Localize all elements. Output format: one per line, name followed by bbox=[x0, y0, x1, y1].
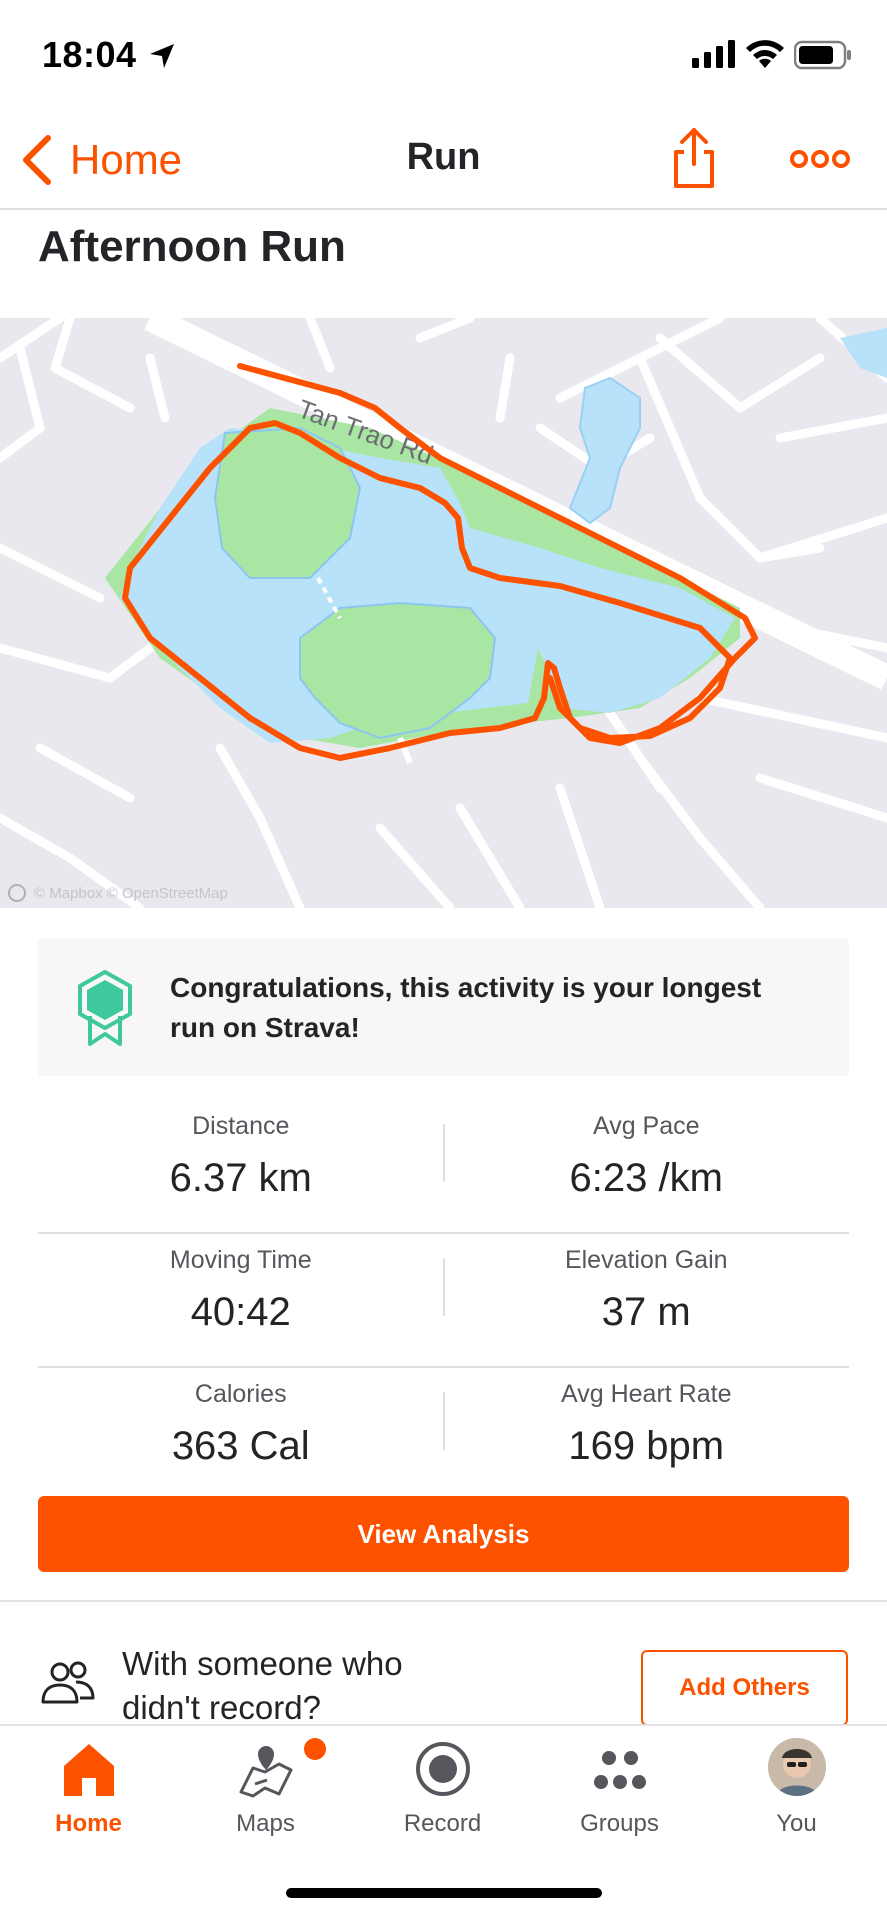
stat-label: Avg Pace bbox=[592, 1112, 700, 1140]
tab-label: You bbox=[776, 1810, 817, 1837]
attribution-text: © Mapbox © OpenStreetMap bbox=[34, 884, 228, 902]
stat-elevation-gain: Elevation Gain 37 m bbox=[444, 1234, 850, 1366]
tab-label: Home bbox=[55, 1810, 122, 1837]
notification-dot bbox=[304, 1738, 326, 1760]
wifi-icon bbox=[746, 40, 784, 68]
with-someone-section: With someone who didn't record? Add Othe… bbox=[0, 1618, 887, 1728]
tab-home[interactable]: Home bbox=[0, 1726, 177, 1856]
cellular-signal-icon bbox=[692, 40, 735, 68]
section-divider bbox=[0, 1600, 887, 1602]
stats-row: Distance 6.37 km Avg Pace 6:23 /km bbox=[38, 1100, 849, 1234]
stats-row: Moving Time 40:42 Elevation Gain 37 m bbox=[38, 1234, 849, 1368]
people-icon bbox=[41, 1661, 95, 1704]
with-someone-text: With someone who didn't record? bbox=[122, 1645, 403, 1726]
more-options-icon[interactable] bbox=[790, 144, 850, 174]
home-icon bbox=[63, 1744, 114, 1796]
stat-divider bbox=[443, 1124, 445, 1182]
add-others-button[interactable]: Add Others bbox=[641, 1650, 848, 1726]
stat-label: Moving Time bbox=[169, 1246, 312, 1274]
stat-divider bbox=[443, 1258, 445, 1316]
stat-value: 6:23 /km bbox=[569, 1156, 723, 1200]
activity-title: Afternoon Run bbox=[38, 222, 346, 271]
stat-label: Distance bbox=[192, 1112, 290, 1140]
share-icon[interactable] bbox=[670, 126, 718, 190]
status-time: 18:04 bbox=[42, 34, 137, 75]
tab-label: Maps bbox=[236, 1810, 295, 1837]
stat-avg-heart-rate: Avg Heart Rate 169 bpm bbox=[444, 1368, 850, 1502]
stat-moving-time: Moving Time 40:42 bbox=[38, 1234, 444, 1366]
avatar bbox=[767, 1738, 826, 1796]
stat-distance: Distance 6.37 km bbox=[38, 1100, 444, 1232]
stat-value: 169 bpm bbox=[568, 1424, 725, 1468]
stat-value: 40:42 bbox=[190, 1290, 291, 1334]
stat-label: Avg Heart Rate bbox=[561, 1380, 732, 1408]
view-analysis-button[interactable]: View Analysis bbox=[38, 1496, 849, 1572]
maps-icon bbox=[239, 1746, 292, 1798]
battery-icon bbox=[794, 40, 851, 70]
stats-row: Calories 363 Cal Avg Heart Rate 169 bpm bbox=[38, 1368, 849, 1502]
tab-groups[interactable]: Groups bbox=[531, 1726, 708, 1856]
stat-value: 37 m bbox=[601, 1290, 691, 1334]
tab-you[interactable]: You bbox=[708, 1726, 885, 1856]
stat-value: 363 Cal bbox=[171, 1424, 310, 1468]
stat-avg-pace: Avg Pace 6:23 /km bbox=[444, 1100, 850, 1232]
tab-label: Groups bbox=[580, 1810, 659, 1837]
stat-label: Elevation Gain bbox=[564, 1246, 728, 1274]
tab-label: Record bbox=[403, 1810, 482, 1837]
location-arrow-icon bbox=[150, 44, 174, 68]
avatar-image bbox=[767, 1738, 826, 1796]
achievement-badge-icon bbox=[78, 970, 132, 1046]
tab-maps[interactable]: Maps bbox=[177, 1726, 354, 1856]
stat-value: 6.37 km bbox=[169, 1156, 312, 1200]
achievement-text: Congratulations, this activity is your l… bbox=[170, 972, 762, 1043]
home-indicator bbox=[286, 1888, 602, 1898]
stat-calories: Calories 363 Cal bbox=[38, 1368, 444, 1502]
navigation-bar: Home Run bbox=[0, 110, 887, 210]
map-canvas: Tan Trao Rd bbox=[0, 318, 887, 908]
stats-grid: Distance 6.37 km Avg Pace 6:23 /km Movin… bbox=[38, 1100, 849, 1502]
achievement-banner: Congratulations, this activity is your l… bbox=[38, 938, 849, 1076]
page-title: Run bbox=[406, 136, 481, 178]
stat-label: Calories bbox=[194, 1380, 287, 1408]
record-icon bbox=[415, 1742, 470, 1796]
map-attribution: © Mapbox © OpenStreetMap bbox=[8, 884, 228, 902]
groups-icon bbox=[593, 1751, 646, 1789]
status-bar: 18:04 bbox=[0, 0, 887, 110]
tab-record[interactable]: Record bbox=[354, 1726, 531, 1856]
route-map[interactable]: Tan Trao Rd © Mapbox © OpenStreetMap bbox=[0, 318, 887, 908]
mapbox-logo-icon bbox=[8, 884, 26, 902]
stat-divider bbox=[443, 1392, 445, 1450]
